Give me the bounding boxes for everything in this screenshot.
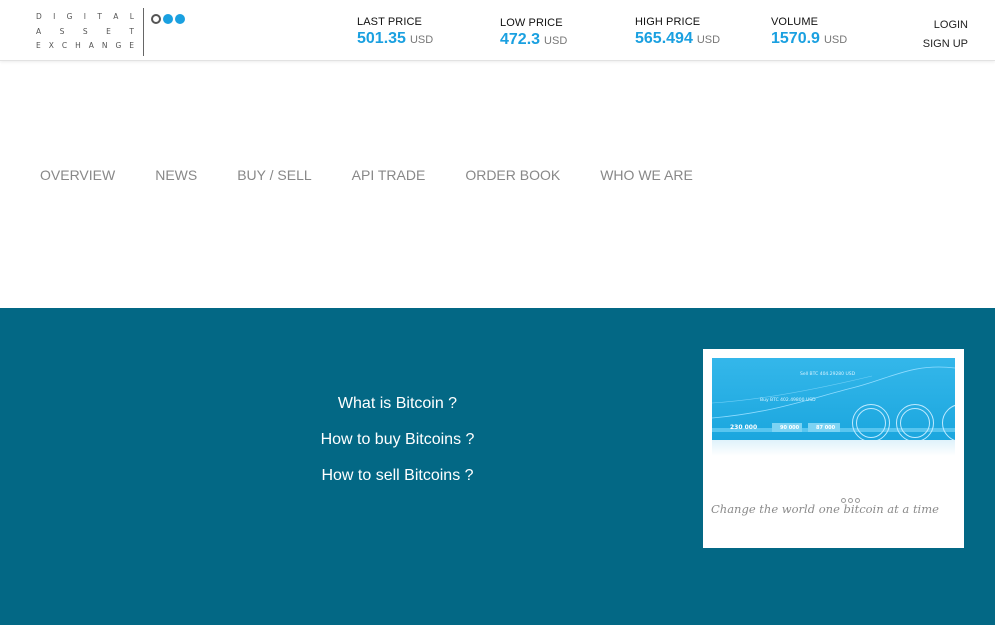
stat-value: 501.35 xyxy=(357,30,406,47)
globe-icon-inner xyxy=(900,408,930,438)
stat-unit: USD xyxy=(696,34,721,46)
promo-number: 90 000 xyxy=(780,425,800,431)
stat-value: 565.494 xyxy=(635,30,693,47)
auth-links: LOGIN SIGN UP xyxy=(923,16,968,54)
main-nav: OVERVIEW NEWS BUY / SELL API TRADE ORDER… xyxy=(40,167,733,183)
stat-volume: VOLUME 1570.9 USD xyxy=(771,16,847,48)
stat-label: VOLUME xyxy=(771,16,819,28)
nav-who-we-are[interactable]: WHO WE ARE xyxy=(600,167,693,183)
nav-news[interactable]: NEWS xyxy=(155,167,197,183)
logo-line-digital: DIGITAL xyxy=(36,12,134,21)
link-what-is-bitcoin[interactable]: What is Bitcoin ? xyxy=(0,386,795,422)
signup-link[interactable]: SIGN UP xyxy=(923,35,968,54)
promo-sell-text: Sell BTC 404.29280 USD xyxy=(800,372,856,377)
info-band: What is Bitcoin ? How to buy Bitcoins ? … xyxy=(0,308,995,625)
logo-blue-dot xyxy=(175,14,185,24)
clock-icon-inner xyxy=(856,408,886,438)
logo-line-asset: ASSET xyxy=(36,26,134,36)
stat-unit: USD xyxy=(823,34,848,46)
stat-low-price: LOW PRICE 472.3 USD xyxy=(500,17,567,49)
link-how-to-buy[interactable]: How to buy Bitcoins ? xyxy=(0,422,795,458)
stat-label: LOW PRICE xyxy=(500,17,563,29)
site-header: DIGITAL ASSET EXCHANGE LAST PRICE 501.35… xyxy=(0,0,995,61)
stat-label: HIGH PRICE xyxy=(635,16,701,28)
stat-value: 472.3 xyxy=(500,31,541,48)
stat-label: LAST PRICE xyxy=(357,16,422,28)
logo-line-exchange: EXCHANGE xyxy=(36,41,134,50)
promo-screen: Sell BTC 404.29280 USD Buy BTC 402.49800… xyxy=(712,358,955,440)
stat-value: 1570.9 xyxy=(771,30,820,47)
promo-tagline: Change the world one bitcoin at a time xyxy=(711,502,939,516)
promo-reflection xyxy=(712,440,955,456)
promo-number: 87 000 xyxy=(816,425,836,431)
link-how-to-sell[interactable]: How to sell Bitcoins ? xyxy=(0,458,795,494)
logo-dots-icon xyxy=(151,14,185,24)
stat-last-price: LAST PRICE 501.35 USD xyxy=(357,16,433,48)
nav-order-book[interactable]: ORDER BOOK xyxy=(465,167,560,183)
stat-high-price: HIGH PRICE 565.494 USD xyxy=(635,16,720,48)
logo-text: DIGITAL ASSET EXCHANGE xyxy=(36,10,136,54)
logo[interactable]: DIGITAL ASSET EXCHANGE xyxy=(36,8,188,58)
logo-divider xyxy=(143,8,144,56)
login-link[interactable]: LOGIN xyxy=(923,16,968,35)
nav-buy-sell[interactable]: BUY / SELL xyxy=(237,167,311,183)
faq-links: What is Bitcoin ? How to buy Bitcoins ? … xyxy=(0,386,795,494)
promo-number: 230 000 xyxy=(730,424,758,431)
promo-buy-text: Buy BTC 402.49800 USD xyxy=(760,398,816,403)
nav-api-trade[interactable]: API TRADE xyxy=(352,167,426,183)
logo-ring-dot xyxy=(151,14,161,24)
nav-overview[interactable]: OVERVIEW xyxy=(40,167,115,183)
stat-unit: USD xyxy=(544,35,568,47)
stat-unit: USD xyxy=(409,34,434,46)
logo-blue-dot xyxy=(163,14,173,24)
promo-image: Sell BTC 404.29280 USD Buy BTC 402.49800… xyxy=(703,349,964,548)
